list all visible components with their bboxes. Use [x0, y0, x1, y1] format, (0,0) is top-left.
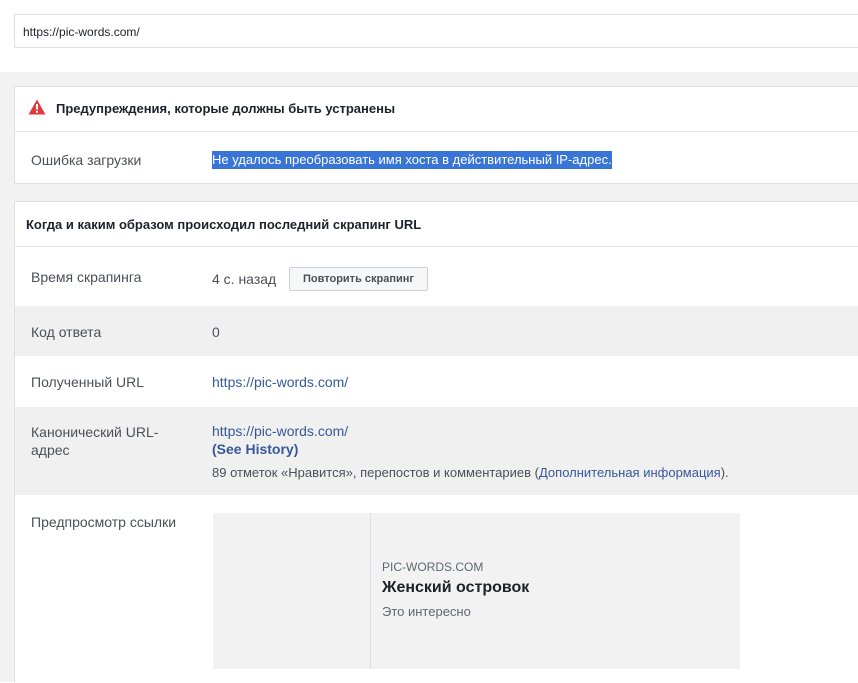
scrape-title: Когда и каким образом происходил последн… — [26, 217, 422, 232]
response-code-label: Код ответа — [31, 324, 102, 340]
see-history-link[interactable]: (See History) — [212, 440, 298, 458]
engagement-suffix: ). — [720, 465, 729, 480]
fetch-error-label: Ошибка загрузки — [31, 152, 142, 168]
scrape-time-label: Время скрапинга — [31, 269, 142, 285]
warnings-panel: Предупреждения, которые должны быть устр… — [14, 86, 858, 184]
scrape-panel: Когда и каким образом происходил последн… — [14, 201, 858, 682]
preview-title: Женский островок — [382, 579, 530, 596]
fetch-error-row: Ошибка загрузки Не удалось преобразовать… — [15, 131, 858, 185]
rescrape-button[interactable]: Повторить скрапинг — [289, 267, 428, 291]
fetch-error-message: Не удалось преобразовать имя хоста в дей… — [212, 151, 612, 169]
warnings-title: Предупреждения, которые должны быть устр… — [56, 101, 396, 116]
canonical-url-label-line2: адрес — [31, 442, 70, 458]
preview-description: Это интересно — [382, 604, 471, 619]
warning-triangle-icon — [28, 99, 46, 115]
scrape-time-value: 4 с. назад — [212, 271, 277, 287]
url-bar[interactable] — [14, 14, 858, 48]
canonical-url-label-line1: Канонический URL- — [31, 424, 159, 440]
warnings-header: Предупреждения, которые должны быть устр… — [15, 87, 858, 132]
fetched-url-row: Полученный URL https://pic-words.com/ — [15, 356, 858, 407]
preview-image — [213, 513, 371, 669]
link-preview-card[interactable]: PIC-WORDS.COM Женский островок Это интер… — [213, 513, 740, 669]
preview-text-area: PIC-WORDS.COM Женский островок Это интер… — [371, 513, 740, 669]
response-code-row: Код ответа 0 — [15, 306, 858, 356]
scrape-time-row: Время скрапинга 4 с. назад — [15, 250, 858, 306]
preview-domain: PIC-WORDS.COM — [382, 560, 484, 574]
fetched-url-label: Полученный URL — [31, 374, 145, 390]
scrape-header: Когда и каким образом происходил последн… — [15, 202, 858, 247]
more-info-link[interactable]: Дополнительная информация — [539, 465, 721, 480]
link-preview-label: Предпросмотр ссылки — [31, 514, 177, 530]
canonical-url-link[interactable]: https://pic-words.com/ — [212, 422, 348, 440]
engagement-prefix: 89 отметок «Нравится», перепостов и комм… — [212, 465, 539, 480]
response-code-value: 0 — [212, 324, 220, 340]
fetched-url-link[interactable]: https://pic-words.com/ — [212, 373, 348, 391]
canonical-url-row: Канонический URL- адрес https://pic-word… — [15, 407, 858, 495]
url-input[interactable] — [23, 24, 823, 40]
engagement-text: 89 отметок «Нравится», перепостов и комм… — [212, 464, 729, 482]
